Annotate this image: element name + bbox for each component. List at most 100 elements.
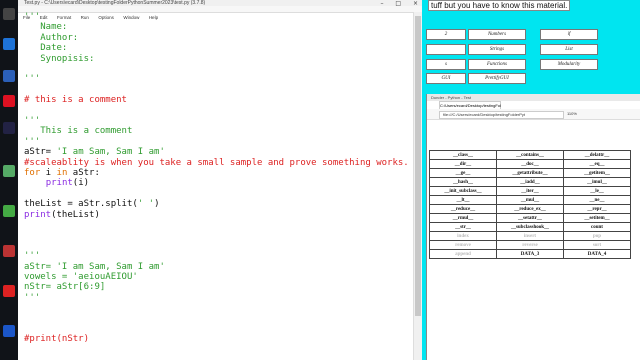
table-row: remove reverse sort <box>429 240 631 250</box>
table-cell: __getitem__ <box>563 168 631 178</box>
code-line[interactable]: ''' <box>24 293 40 303</box>
table-cell: __class__ <box>429 150 497 160</box>
table-cell: __doc__ <box>496 159 564 169</box>
code-line[interactable]: aStr= 'I am Sam, Sam I am' <box>24 262 165 272</box>
banner-text: tuff but you have to know this material. <box>428 0 571 11</box>
table-cell: __init_subclass__ <box>429 186 497 196</box>
table-cell: __imul__ <box>563 177 631 187</box>
table-cell: index <box>429 231 497 241</box>
table-cell: __iter__ <box>496 186 564 196</box>
table-cell: __ne__ <box>563 195 631 205</box>
table-cell: DATA_4 <box>563 249 631 259</box>
app-icon[interactable] <box>3 205 15 217</box>
code-line[interactable]: Date: <box>24 43 67 53</box>
topic-button[interactable]: s <box>426 59 466 70</box>
code-line[interactable]: # this is a comment <box>24 95 127 105</box>
table-cell: insert <box>496 231 564 241</box>
table-cell: __ge__ <box>429 168 497 178</box>
table-cell: __lt__ <box>429 195 497 205</box>
browser-toolbar: file:///C:/Users/ecard/Desktop/testingFo… <box>427 109 640 120</box>
app-icon[interactable] <box>3 285 15 297</box>
topic-prettifygui-button[interactable]: PrettifyGUI <box>468 73 526 84</box>
table-cell: __hash__ <box>429 177 497 187</box>
browser-tab[interactable]: C:/Users/ecard/Desktop/testingFol <box>439 101 501 109</box>
code-line[interactable]: ''' <box>24 12 40 22</box>
code-line[interactable]: ''' <box>24 137 40 147</box>
table-row: __lt__ __mul__ __ne__ <box>429 195 631 205</box>
scroll-thumb[interactable] <box>415 16 421 316</box>
idle-editor-window: Test.py - C:\Users\ecard\Desktop\testing… <box>18 0 422 360</box>
topic-modularity-button[interactable]: Modularity <box>540 59 598 70</box>
app-icon[interactable] <box>3 122 15 134</box>
code-line[interactable]: #scaleablity is when you take a small sa… <box>24 158 409 168</box>
code-line[interactable]: aStr= 'I am Sam, Sam I am' <box>24 147 165 157</box>
code-line[interactable]: #print(nStr) <box>24 334 89 344</box>
table-row: index insert pop <box>429 231 631 241</box>
topic-button[interactable] <box>426 44 466 55</box>
code-line[interactable]: ''' <box>24 74 40 84</box>
app-icon[interactable] <box>3 38 15 50</box>
code-line[interactable]: theList = aStr.split(' ') <box>24 199 159 209</box>
app-icon[interactable] <box>3 95 15 107</box>
table-cell: __subclasshook__ <box>496 222 564 232</box>
topic-strings-button[interactable]: Strings <box>468 44 526 55</box>
topic-functions-button[interactable]: Functions <box>468 59 526 70</box>
table-row: __rmul__ __setattr__ __setitem__ <box>429 213 631 223</box>
app-icon[interactable] <box>3 325 15 337</box>
zoom-level[interactable]: 110% <box>567 111 577 116</box>
app-icon[interactable] <box>3 245 15 257</box>
table-cell: __iadd__ <box>496 177 564 187</box>
table-row: __reduce__ __reduce_ex__ __repr__ <box>429 204 631 214</box>
table-cell: DATA_3 <box>496 249 564 259</box>
address-bar[interactable]: file:///C:/Users/ecard/Desktop/testingFo… <box>439 111 564 119</box>
table-cell: __getattribute__ <box>496 168 564 178</box>
table-cell: __setitem__ <box>563 213 631 223</box>
table-cell: __repr__ <box>563 204 631 214</box>
topic-button[interactable]: 2 <box>426 29 466 40</box>
table-cell: count <box>563 222 631 232</box>
app-icon[interactable] <box>3 165 15 177</box>
code-line[interactable]: print(i) <box>24 178 89 188</box>
editor-scrollbar[interactable] <box>413 12 422 360</box>
table-row: __hash__ __iadd__ __imul__ <box>429 177 631 187</box>
code-line[interactable]: Synopisis: <box>24 54 94 64</box>
topic-gui-button[interactable]: GUI <box>426 73 466 84</box>
code-line[interactable]: This is a comment <box>24 126 132 136</box>
code-line[interactable]: ''' <box>24 251 40 261</box>
table-cell: __mul__ <box>496 195 564 205</box>
code-line[interactable]: Author: <box>24 33 78 43</box>
table-row: __dir__ __doc__ __eq__ <box>429 159 631 169</box>
browser-window: Dunder - Python - Test C:/Users/ecard/De… <box>426 94 640 360</box>
table-row: append DATA_3 DATA_4 <box>429 249 631 259</box>
code-line[interactable]: Name: <box>24 22 67 32</box>
word-icon[interactable] <box>3 70 15 82</box>
app-icon[interactable] <box>3 8 15 20</box>
table-cell: __contains__ <box>496 150 564 160</box>
table-cell: __le__ <box>563 186 631 196</box>
browser-title-bar[interactable]: Dunder - Python - Test <box>427 94 640 101</box>
code-line[interactable]: for i in aStr: <box>24 168 100 178</box>
table-cell: __reduce_ex__ <box>496 204 564 214</box>
table-cell: __reduce__ <box>429 204 497 214</box>
code-line[interactable]: vowels = 'aeiouAEIOU' <box>24 272 138 282</box>
table-cell: append <box>429 249 497 259</box>
table-cell: __setattr__ <box>496 213 564 223</box>
browser-title: Dunder - Python - Test <box>431 95 471 100</box>
table-row: __str__ __subclasshook__ count <box>429 222 631 232</box>
table-cell: remove <box>429 240 497 250</box>
table-row: __ge__ __getattribute__ __getitem__ <box>429 168 631 178</box>
topic-numbers-button[interactable]: Numbers <box>468 29 526 40</box>
table-cell: __eq__ <box>563 159 631 169</box>
dunder-table: __class__ __contains__ __delattr__ __dir__ _… <box>429 150 631 259</box>
desktop-icon-strip <box>0 0 18 360</box>
topic-if-button[interactable]: if <box>540 29 598 40</box>
topic-list-button[interactable]: List <box>540 44 598 55</box>
code-line[interactable]: print(theList) <box>24 210 100 220</box>
table-cell: pop <box>563 231 631 241</box>
table-cell: __delattr__ <box>563 150 631 160</box>
code-line[interactable]: ''' <box>24 116 40 126</box>
code-line[interactable]: nStr= aStr[6:9] <box>24 282 105 292</box>
table-cell: __str__ <box>429 222 497 232</box>
table-row: __init_subclass__ __iter__ __le__ <box>429 186 631 196</box>
code-text-area[interactable]: ''' Name: Author: Date: Synopisis: ''' # t… <box>24 12 414 357</box>
